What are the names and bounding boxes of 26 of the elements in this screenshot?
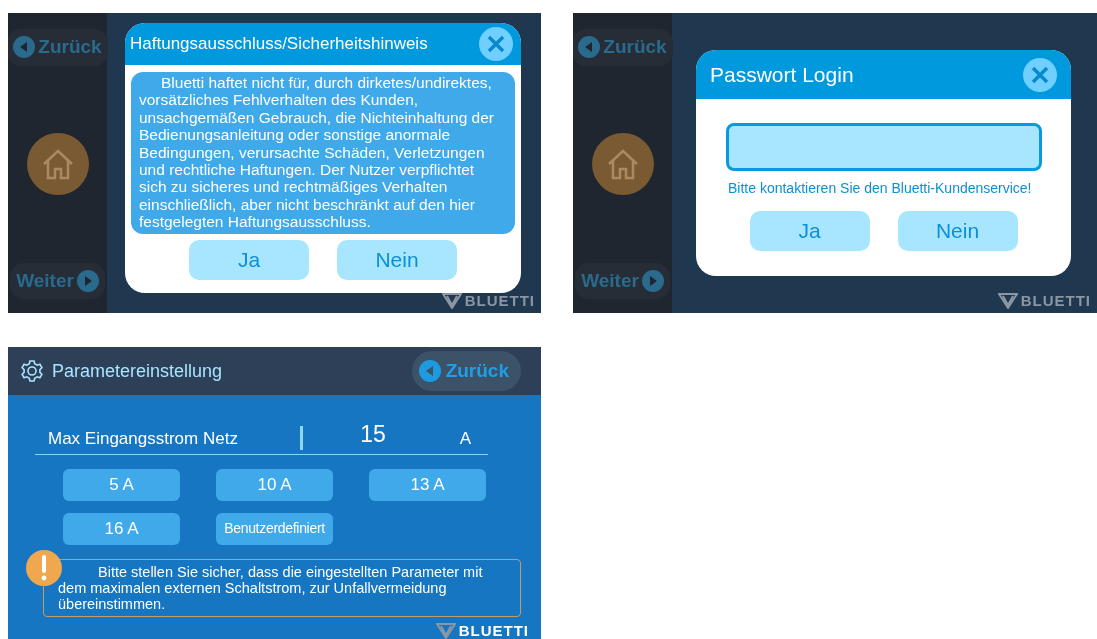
parameter-label: Max Eingangsstrom Netz — [47, 428, 239, 450]
dialog-button[interactable]: Ja — [189, 239, 309, 280]
warning-text: Bitte stellen Sie sicher, dass die eingestellten Parameter mit dem maximalen externen Schaltstrom, zur Unfallvermeidung übereinstimmen. — [58, 563, 483, 612]
back-button[interactable]: Zurück — [411, 350, 521, 392]
hint-text: Bitte kontaktieren Sie den Bluetti-Kundenservice! — [728, 179, 1033, 198]
dialog-button[interactable]: Ja — [749, 211, 870, 251]
next-button[interactable]: Weiter — [10, 262, 105, 299]
preset-button[interactable]: 13 A — [369, 468, 486, 501]
back-button[interactable]: Zurück — [8, 29, 108, 66]
logo-text: BLUETTI — [1020, 290, 1091, 311]
logo-text: BLUETTI — [464, 290, 535, 311]
dialog-title: Haftungsausschluss/Sicherheitshinweis — [130, 33, 428, 56]
disclaimer-text: Bluetti haftet nicht für, durch dirketes/undirektes, vorsätzliches Fehlverhalten des Kunden, unsachgemäßen Gebrauch, die Nichteinhaltung der Bedienungsanleitung oder sonstige anormale Bedingungen, verursachte Schäden, Verletzungen und rechtliche Haftungen. Der Nutzer verpflichtet sich zu sicheres und rechtmäßiges Verhalten einschließlich, aber nicht beschränkt auf den hier festgelegten Haftungsausschluss. — [131, 72, 515, 234]
dialog-title: Passwort Login — [710, 61, 854, 88]
back-button[interactable]: Zurück — [573, 29, 673, 66]
unit-label: A — [458, 428, 473, 450]
dialog-button[interactable]: Nein — [897, 211, 1018, 251]
logo-text: BLUETTI — [458, 620, 529, 639]
next-button[interactable]: Weiter — [575, 262, 670, 299]
screen-title: Parametereinstellung — [52, 359, 223, 383]
parameter-value[interactable]: 15 — [303, 417, 443, 452]
preset-button[interactable]: 10 A — [216, 468, 333, 501]
preset-button[interactable]: 16 A — [63, 512, 180, 545]
preset-button[interactable]: Benutzerdefiniert — [216, 512, 333, 545]
preset-button[interactable]: 5 A — [63, 468, 180, 501]
dialog-button[interactable]: Nein — [337, 239, 457, 280]
